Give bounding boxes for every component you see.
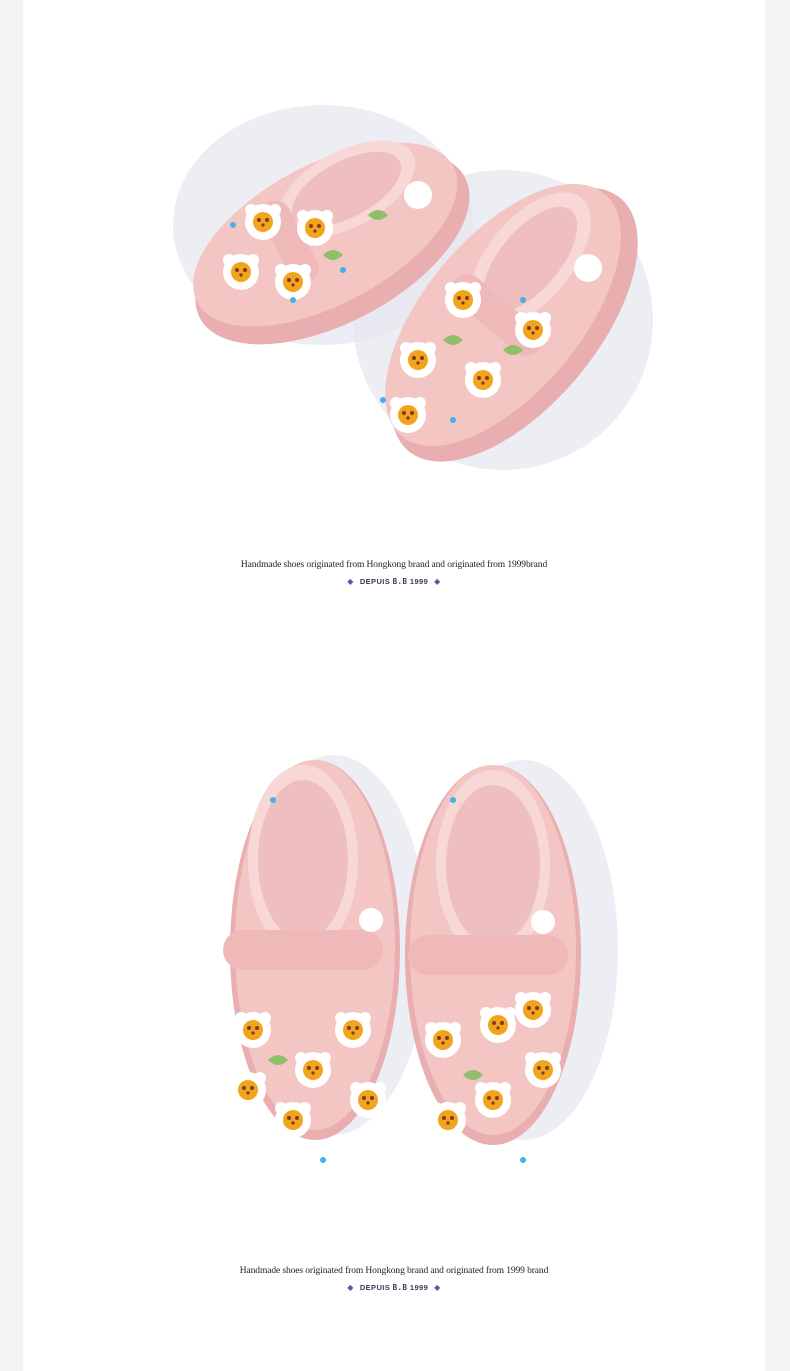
product-detail-page: Handmade shoes originated from Hongkong … xyxy=(23,0,765,1371)
tagline-prefix: DEPUIS xyxy=(359,577,391,586)
brand-mark: B.B xyxy=(392,1283,408,1292)
caption-text: Handmade shoes originated from Hongkong … xyxy=(239,1266,549,1276)
tagline-year: 1999 xyxy=(409,1283,429,1292)
brand-tagline: ◆ DEPUIS B.B 1999 ◆ xyxy=(23,577,765,586)
brand-tagline: ◆ DEPUIS B.B 1999 ◆ xyxy=(23,1283,765,1292)
caption-text: Handmade shoes originated from Hongkong … xyxy=(240,560,548,570)
product-photo-side-view xyxy=(23,0,765,540)
tagline-year: 1999 xyxy=(409,577,429,586)
brand-mark: B.B xyxy=(392,577,408,586)
diamond-icon: ◆ xyxy=(347,577,354,586)
diamond-icon: ◆ xyxy=(434,1283,441,1292)
diamond-icon: ◆ xyxy=(434,577,441,586)
product-photo-top-view xyxy=(23,740,765,1200)
tagline-prefix: DEPUIS xyxy=(359,1283,391,1292)
diamond-icon: ◆ xyxy=(347,1283,354,1292)
